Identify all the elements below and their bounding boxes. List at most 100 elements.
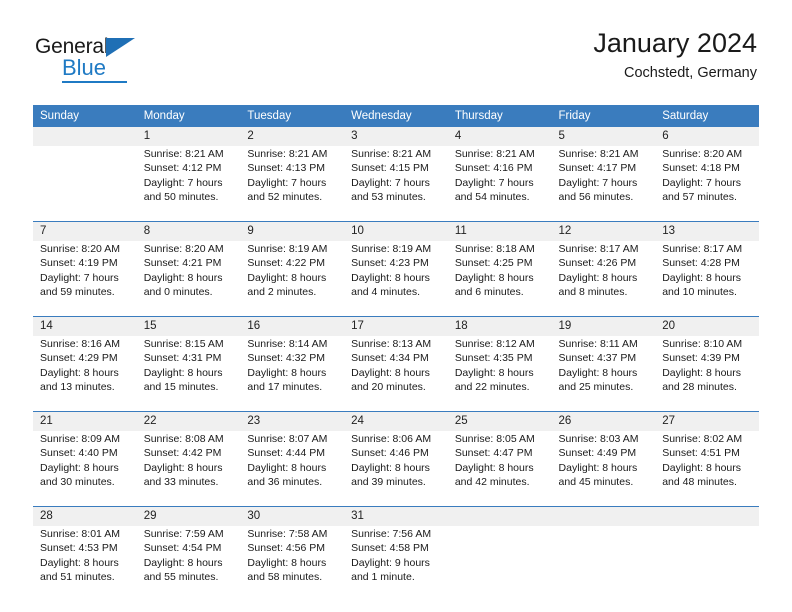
sunrise-text: Sunrise: 8:18 AM bbox=[454, 243, 535, 255]
day-number[interactable]: 16 bbox=[240, 316, 345, 336]
day-number[interactable]: 24 bbox=[344, 411, 448, 431]
day-number[interactable]: 31 bbox=[344, 506, 448, 526]
day-number[interactable]: 13 bbox=[655, 221, 759, 241]
day-number[interactable]: 20 bbox=[655, 316, 759, 336]
day-cell[interactable]: Sunrise: 8:19 AM Sunset: 4:22 PM Dayligh… bbox=[240, 241, 344, 317]
day-number[interactable]: 2 bbox=[240, 127, 345, 146]
day-number[interactable]: 4 bbox=[447, 127, 552, 146]
sunset-text: Sunset: 4:46 PM bbox=[351, 447, 429, 460]
sunrise-text: Sunrise: 8:11 AM bbox=[558, 338, 638, 350]
page-subtitle: Cochstedt, Germany bbox=[624, 65, 757, 82]
day-cell[interactable]: Sunrise: 8:17 AM Sunset: 4:28 PM Dayligh… bbox=[655, 241, 759, 317]
sunrise-text: Sunrise: 8:07 AM bbox=[247, 433, 328, 445]
daylight-line1: Daylight: 8 hours bbox=[247, 366, 327, 379]
day-cell[interactable]: Sunrise: 8:21 AM Sunset: 4:13 PM Dayligh… bbox=[240, 146, 344, 222]
day-cell[interactable]: Sunrise: 8:17 AM Sunset: 4:26 PM Dayligh… bbox=[552, 241, 656, 317]
day-number[interactable]: 8 bbox=[136, 221, 241, 241]
day-number[interactable]: 27 bbox=[655, 411, 759, 431]
day-cell[interactable]: Sunrise: 8:10 AM Sunset: 4:39 PM Dayligh… bbox=[655, 336, 759, 412]
day-cell[interactable]: Sunrise: 8:11 AM Sunset: 4:37 PM Dayligh… bbox=[552, 336, 656, 412]
sunset-text: Sunset: 4:32 PM bbox=[247, 352, 326, 365]
day-number[interactable]: 1 bbox=[136, 127, 241, 146]
day-number[interactable]: 15 bbox=[136, 316, 241, 336]
sunrise-text: Sunrise: 7:59 AM bbox=[143, 528, 224, 540]
day-cell[interactable]: Sunrise: 8:13 AM Sunset: 4:34 PM Dayligh… bbox=[344, 336, 448, 412]
sunset-text: Sunset: 4:23 PM bbox=[351, 257, 429, 270]
day-cell[interactable]: Sunrise: 8:15 AM Sunset: 4:31 PM Dayligh… bbox=[137, 336, 241, 412]
day-cell[interactable]: Sunrise: 8:02 AM Sunset: 4:51 PM Dayligh… bbox=[655, 431, 759, 507]
day-cell bbox=[552, 526, 656, 601]
day-number[interactable]: 6 bbox=[655, 127, 759, 146]
sunset-text: Sunset: 4:49 PM bbox=[558, 447, 637, 460]
day-cell[interactable]: Sunrise: 8:12 AM Sunset: 4:35 PM Dayligh… bbox=[448, 336, 552, 412]
day-cell[interactable]: Sunrise: 8:21 AM Sunset: 4:12 PM Dayligh… bbox=[137, 146, 241, 222]
sunset-text: Sunset: 4:54 PM bbox=[143, 542, 222, 555]
day-number[interactable]: 21 bbox=[33, 411, 137, 431]
day-cell[interactable]: Sunrise: 8:06 AM Sunset: 4:46 PM Dayligh… bbox=[344, 431, 448, 507]
day-cell[interactable]: Sunrise: 8:21 AM Sunset: 4:17 PM Dayligh… bbox=[552, 146, 656, 222]
day-number[interactable]: 29 bbox=[136, 506, 241, 526]
sunrise-text: Sunrise: 8:21 AM bbox=[247, 148, 328, 160]
sunset-text: Sunset: 4:47 PM bbox=[454, 447, 533, 460]
sunrise-text: Sunrise: 8:19 AM bbox=[247, 243, 328, 255]
day-number[interactable]: 22 bbox=[136, 411, 241, 431]
day-number[interactable]: 17 bbox=[344, 316, 448, 336]
day-number[interactable]: 18 bbox=[447, 316, 552, 336]
daylight-line1: Daylight: 8 hours bbox=[662, 461, 742, 474]
day-cell[interactable]: Sunrise: 7:58 AM Sunset: 4:56 PM Dayligh… bbox=[240, 526, 344, 601]
day-number[interactable]: 12 bbox=[551, 221, 656, 241]
day-cell[interactable]: Sunrise: 8:01 AM Sunset: 4:53 PM Dayligh… bbox=[33, 526, 137, 601]
sunrise-text: Sunrise: 8:13 AM bbox=[351, 338, 432, 350]
sunset-text: Sunset: 4:34 PM bbox=[351, 352, 429, 365]
day-cell[interactable]: Sunrise: 8:21 AM Sunset: 4:15 PM Dayligh… bbox=[344, 146, 448, 222]
day-number[interactable]: 7 bbox=[33, 221, 137, 241]
day-cell[interactable]: Sunrise: 8:19 AM Sunset: 4:23 PM Dayligh… bbox=[344, 241, 448, 317]
daylight-line2: and 30 minutes. bbox=[40, 475, 115, 488]
day-cell[interactable]: Sunrise: 8:20 AM Sunset: 4:21 PM Dayligh… bbox=[137, 241, 241, 317]
sunrise-text: Sunrise: 8:21 AM bbox=[143, 148, 224, 160]
day-number[interactable]: 11 bbox=[447, 221, 552, 241]
day-number[interactable]: 10 bbox=[344, 221, 448, 241]
day-number[interactable]: 23 bbox=[240, 411, 345, 431]
day-cell[interactable]: Sunrise: 8:20 AM Sunset: 4:18 PM Dayligh… bbox=[655, 146, 759, 222]
daylight-line2: and 25 minutes. bbox=[558, 380, 634, 393]
day-cell[interactable]: Sunrise: 8:21 AM Sunset: 4:16 PM Dayligh… bbox=[448, 146, 552, 222]
daylight-line1: Daylight: 8 hours bbox=[454, 366, 534, 379]
day-cell[interactable]: Sunrise: 8:05 AM Sunset: 4:47 PM Dayligh… bbox=[448, 431, 552, 507]
day-number[interactable]: 28 bbox=[33, 506, 137, 526]
daylight-line2: and 53 minutes. bbox=[351, 190, 426, 203]
daylight-line1: Daylight: 8 hours bbox=[662, 366, 742, 379]
day-number[interactable]: 3 bbox=[344, 127, 448, 146]
day-cell[interactable]: Sunrise: 7:59 AM Sunset: 4:54 PM Dayligh… bbox=[137, 526, 241, 601]
day-number[interactable]: 30 bbox=[240, 506, 345, 526]
day-number[interactable]: 14 bbox=[33, 316, 137, 336]
day-cell[interactable]: Sunrise: 8:18 AM Sunset: 4:25 PM Dayligh… bbox=[448, 241, 552, 317]
day-cell[interactable] bbox=[33, 146, 137, 222]
day-number[interactable]: 9 bbox=[240, 221, 345, 241]
weekday-header-monday: Monday bbox=[136, 105, 241, 127]
daylight-line1: Daylight: 7 hours bbox=[454, 176, 534, 189]
sunset-text: Sunset: 4:42 PM bbox=[143, 447, 222, 460]
day-cell[interactable]: Sunrise: 8:20 AM Sunset: 4:19 PM Dayligh… bbox=[33, 241, 137, 317]
day-cell[interactable]: Sunrise: 7:56 AM Sunset: 4:58 PM Dayligh… bbox=[344, 526, 448, 601]
daylight-line2: and 55 minutes. bbox=[143, 570, 219, 583]
day-cell[interactable]: Sunrise: 8:03 AM Sunset: 4:49 PM Dayligh… bbox=[552, 431, 656, 507]
sunset-text: Sunset: 4:58 PM bbox=[351, 542, 429, 555]
week-row-details: Sunrise: 8:16 AM Sunset: 4:29 PM Dayligh… bbox=[33, 336, 759, 412]
day-number[interactable] bbox=[33, 127, 137, 146]
day-cell[interactable]: Sunrise: 8:14 AM Sunset: 4:32 PM Dayligh… bbox=[240, 336, 344, 412]
day-number[interactable]: 26 bbox=[551, 411, 656, 431]
day-cell[interactable]: Sunrise: 8:09 AM Sunset: 4:40 PM Dayligh… bbox=[33, 431, 137, 507]
sunset-text: Sunset: 4:17 PM bbox=[558, 162, 637, 175]
day-cell[interactable]: Sunrise: 8:08 AM Sunset: 4:42 PM Dayligh… bbox=[137, 431, 241, 507]
sunrise-text: Sunrise: 7:56 AM bbox=[351, 528, 432, 540]
day-number[interactable]: 25 bbox=[447, 411, 552, 431]
day-number[interactable]: 19 bbox=[551, 316, 656, 336]
day-cell[interactable]: Sunrise: 8:07 AM Sunset: 4:44 PM Dayligh… bbox=[240, 431, 344, 507]
day-number[interactable]: 5 bbox=[551, 127, 656, 146]
sunrise-text: Sunrise: 8:19 AM bbox=[351, 243, 432, 255]
sunrise-text: Sunrise: 8:17 AM bbox=[558, 243, 639, 255]
day-cell[interactable]: Sunrise: 8:16 AM Sunset: 4:29 PM Dayligh… bbox=[33, 336, 137, 412]
sunset-text: Sunset: 4:26 PM bbox=[558, 257, 637, 270]
daylight-line2: and 10 minutes. bbox=[662, 285, 737, 298]
